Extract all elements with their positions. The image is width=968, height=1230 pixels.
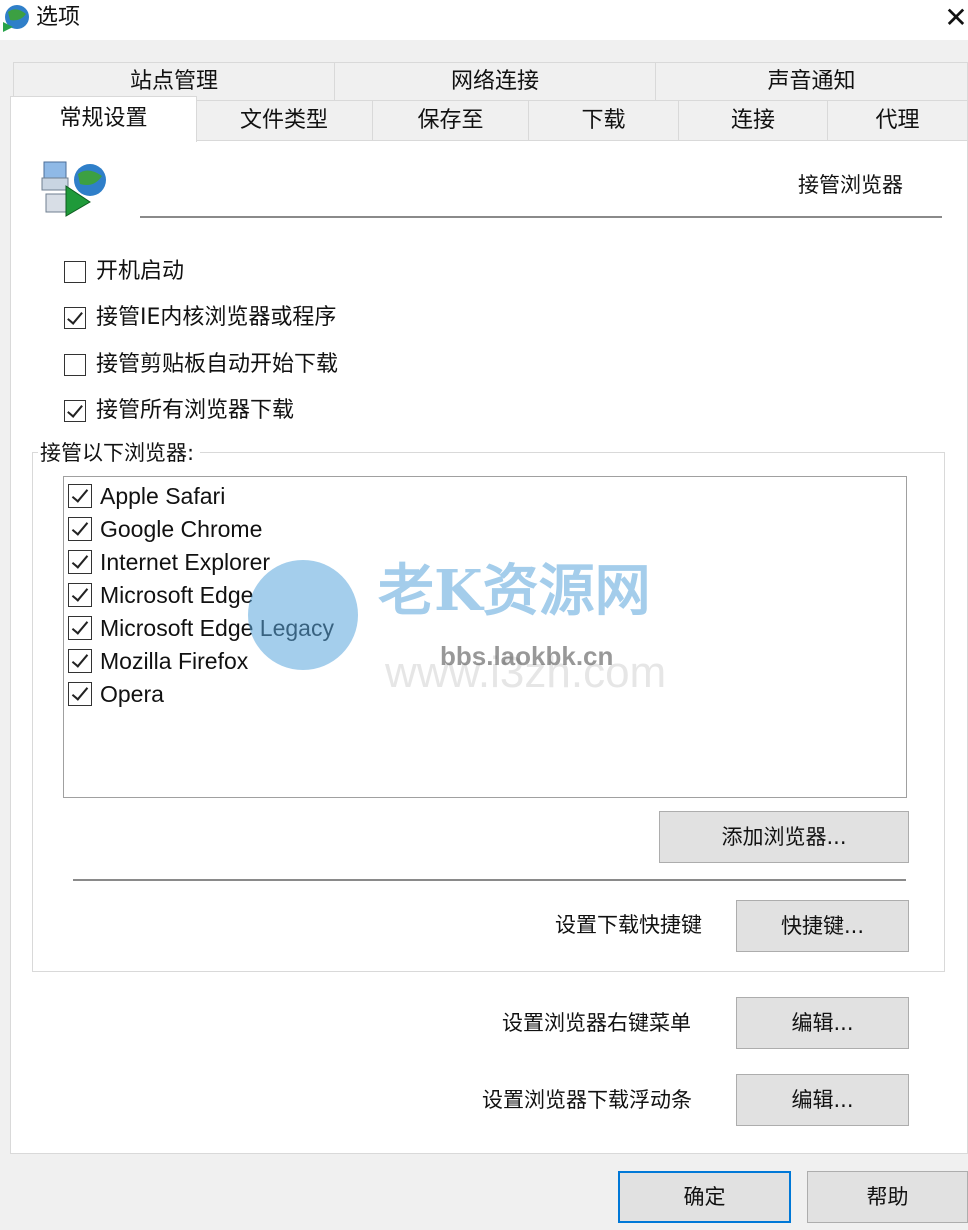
browser-label: Opera xyxy=(100,680,164,707)
section-divider xyxy=(140,216,942,218)
idm-logo-icon xyxy=(0,2,32,34)
edit-context-menu-button[interactable]: 编辑... xyxy=(736,997,909,1049)
context-menu-label: 设置浏览器右键菜单 xyxy=(502,1011,691,1035)
window-title: 选项 xyxy=(36,5,81,30)
tab-sound[interactable]: 声音通知 xyxy=(655,62,968,100)
browser-item-ie[interactable]: Internet Explorer xyxy=(68,545,270,578)
checkbox[interactable] xyxy=(64,307,86,329)
tab-proxy[interactable]: 代理 xyxy=(827,100,968,140)
hotkey-button[interactable]: 快捷键... xyxy=(736,900,909,952)
watermark-logo xyxy=(248,560,358,670)
browser-label: Mozilla Firefox xyxy=(100,647,249,674)
tab-file-types[interactable]: 文件类型 xyxy=(195,100,373,140)
checkbox[interactable] xyxy=(68,681,92,706)
option-label: 开机启动 xyxy=(96,259,185,284)
tab-general[interactable]: 常规设置 xyxy=(10,96,197,142)
browser-integration-icon xyxy=(40,156,108,220)
browser-label: Apple Safari xyxy=(100,482,226,509)
browser-item-edge[interactable]: Microsoft Edge xyxy=(68,578,253,611)
edit-float-bar-button[interactable]: 编辑... xyxy=(736,1074,909,1126)
browser-item-safari[interactable]: Apple Safari xyxy=(68,479,225,512)
checkbox[interactable] xyxy=(64,354,86,376)
tab-download[interactable]: 下载 xyxy=(528,100,679,140)
checkbox[interactable] xyxy=(68,615,92,640)
tab-site-management[interactable]: 站点管理 xyxy=(13,62,335,100)
checkbox[interactable] xyxy=(64,261,86,283)
checkbox[interactable] xyxy=(68,582,92,607)
group-divider xyxy=(73,879,906,881)
checkbox[interactable] xyxy=(68,549,92,574)
add-browser-button[interactable]: 添加浏览器... xyxy=(659,811,909,863)
section-title: 接管浏览器 xyxy=(798,173,903,197)
checkbox[interactable] xyxy=(68,483,92,508)
watermark-text: 老K资源网 xyxy=(378,558,651,624)
browser-label: Microsoft Edge xyxy=(100,581,254,608)
tab-save-to[interactable]: 保存至 xyxy=(372,100,529,140)
option-capture-clipboard[interactable]: 接管剪贴板自动开始下载 xyxy=(64,350,338,380)
help-button[interactable]: 帮助 xyxy=(807,1171,968,1223)
option-label: 接管所有浏览器下载 xyxy=(96,398,295,423)
option-capture-all-browsers[interactable]: 接管所有浏览器下载 xyxy=(64,396,294,426)
option-label: 接管剪贴板自动开始下载 xyxy=(96,352,339,377)
checkbox[interactable] xyxy=(68,516,92,541)
ok-button[interactable]: 确定 xyxy=(618,1171,791,1223)
browser-label: Internet Explorer xyxy=(100,548,271,575)
hotkey-label: 设置下载快捷键 xyxy=(555,913,702,937)
option-start-on-boot[interactable]: 开机启动 xyxy=(64,257,184,287)
close-icon[interactable]: ✕ xyxy=(944,2,968,36)
browser-label: Google Chrome xyxy=(100,515,263,542)
watermark-url: bbs.laokbk.cn xyxy=(440,641,614,671)
option-label: 接管IE内核浏览器或程序 xyxy=(96,305,337,330)
tab-connection[interactable]: 连接 xyxy=(678,100,828,140)
checkbox[interactable] xyxy=(68,648,92,673)
checkbox[interactable] xyxy=(64,400,86,422)
tab-network[interactable]: 网络连接 xyxy=(334,62,656,100)
browser-item-opera[interactable]: Opera xyxy=(68,677,164,710)
float-bar-label: 设置浏览器下载浮动条 xyxy=(482,1088,692,1112)
title-bar xyxy=(0,0,968,40)
option-capture-ie[interactable]: 接管IE内核浏览器或程序 xyxy=(64,303,336,333)
browser-item-chrome[interactable]: Google Chrome xyxy=(68,512,262,545)
browsers-group-legend: 接管以下浏览器: xyxy=(38,438,201,468)
browser-item-firefox[interactable]: Mozilla Firefox xyxy=(68,644,248,677)
